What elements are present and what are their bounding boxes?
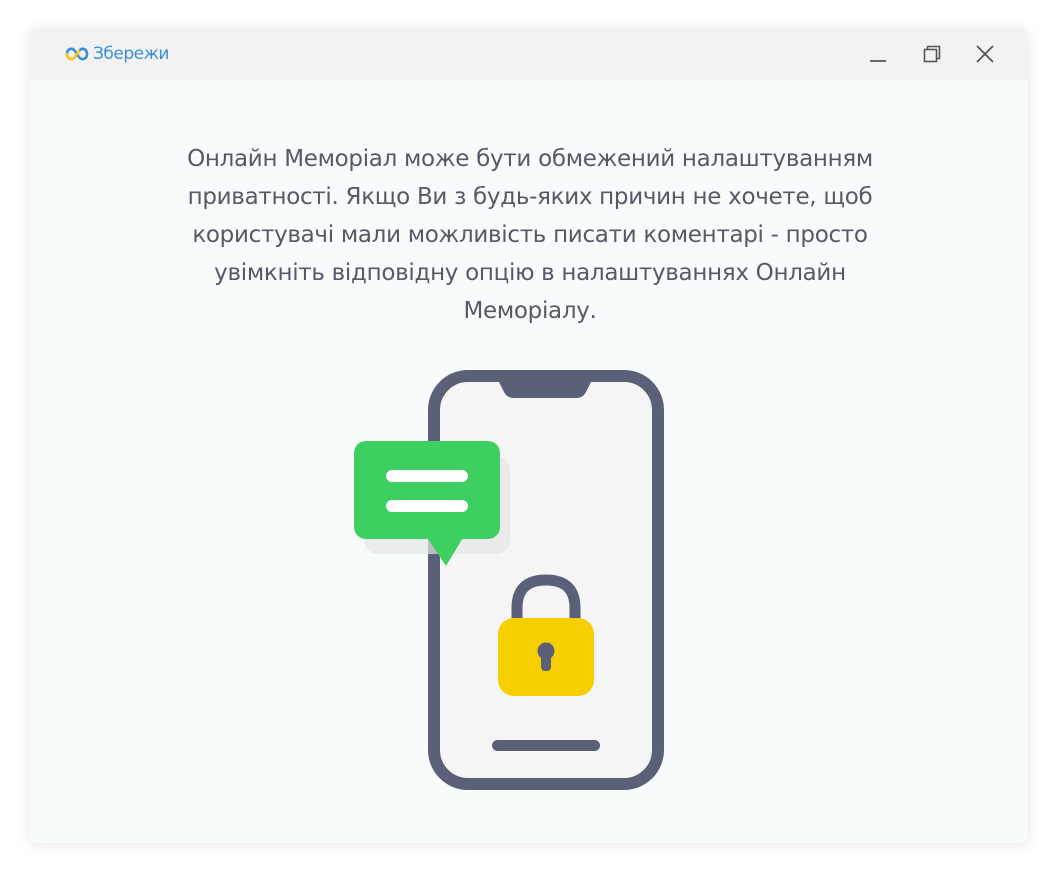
close-button[interactable] — [969, 38, 1001, 70]
privacy-illustration — [350, 368, 670, 793]
chat-bubble-icon — [354, 441, 510, 566]
minimize-button[interactable] — [862, 38, 894, 70]
privacy-message: Онлайн Меморіал може бути обмежений нала… — [187, 146, 873, 324]
title-bar: Збережи — [30, 28, 1028, 80]
app-logo: Збережи — [63, 41, 169, 67]
minimize-icon — [870, 60, 886, 62]
maximize-button[interactable] — [916, 38, 948, 70]
app-window: Збережи Онлайн Меморіал може бути обмеже… — [30, 28, 1028, 843]
infinity-heart-icon — [65, 47, 89, 61]
logo-text: Збережи — [93, 44, 169, 64]
restore-icon — [923, 45, 941, 63]
close-icon — [976, 45, 994, 63]
